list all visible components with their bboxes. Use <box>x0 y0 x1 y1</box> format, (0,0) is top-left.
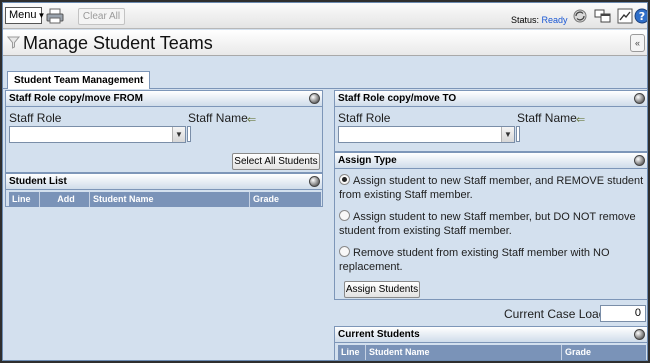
toolbar: Menu▼ Clear All Status: Ready ? <box>3 3 647 29</box>
assign-option-label: Assign student to new Staff member, and … <box>339 175 644 201</box>
page-title: Manage Student Teams <box>23 33 213 53</box>
column-header[interactable]: Line <box>9 192 39 207</box>
current-students-title: Current Students <box>338 329 420 340</box>
assign-type-toggle-icon[interactable] <box>634 155 645 166</box>
filter-icon[interactable] <box>7 36 20 49</box>
assign-type-panel: Assign Type Assign student to new Staff … <box>334 152 647 300</box>
to-panel-title: Staff Role copy/move TO <box>338 93 457 104</box>
from-staff-name-label: Staff Name <box>188 111 248 125</box>
current-students-grid-header: Line Student Name Grade <box>338 345 646 360</box>
refresh-icon[interactable] <box>570 6 590 25</box>
to-panel-header: Staff Role copy/move TO <box>335 91 647 107</box>
radio-unchecked-icon[interactable] <box>339 246 350 257</box>
assign-type-title: Assign Type <box>338 155 397 166</box>
from-panel-toggle-icon[interactable] <box>309 93 320 104</box>
status-label: Status: <box>511 15 540 25</box>
menu-label: Menu <box>9 9 37 21</box>
current-students-header: Current Students <box>335 327 647 343</box>
arrow-left-icon: ⇐ <box>576 114 586 126</box>
column-header[interactable]: Student Name <box>89 192 249 207</box>
assign-option-no-replacement[interactable]: Remove student from existing Staff membe… <box>339 246 644 274</box>
current-students-toggle-icon[interactable] <box>634 329 645 340</box>
clear-all-button[interactable]: Clear All <box>78 8 125 25</box>
column-header[interactable]: Student Name <box>365 345 561 360</box>
assign-option-label: Remove student from existing Staff membe… <box>339 247 610 273</box>
student-list-header: Student List <box>6 174 322 190</box>
app-frame: Menu▼ Clear All Status: Ready ? Manage S… <box>2 2 648 361</box>
column-header[interactable]: Grade <box>561 345 646 360</box>
assign-option-keep[interactable]: Assign student to new Staff member, but … <box>339 210 644 238</box>
arrow-left-icon: ⇐ <box>247 114 257 126</box>
windows-icon[interactable] <box>593 6 613 25</box>
to-staff-name-label: Staff Name <box>517 111 577 125</box>
title-bar: Manage Student Teams « <box>3 30 647 56</box>
from-panel-header: Staff Role copy/move FROM <box>6 91 322 107</box>
student-list-grid-header: Line Add Student Name Grade <box>9 192 321 207</box>
chevron-down-icon: ▼ <box>172 127 185 142</box>
collapse-button[interactable]: « <box>630 34 645 52</box>
from-staff-name-field[interactable] <box>187 126 191 142</box>
assign-option-remove[interactable]: Assign student to new Staff member, and … <box>339 174 644 202</box>
to-staff-name-field[interactable] <box>516 126 520 142</box>
status-indicator: Status: Ready <box>511 15 568 25</box>
from-staff-role-label: Staff Role <box>9 111 62 125</box>
from-panel: Staff Role copy/move FROM Staff Role ▼ S… <box>5 90 323 173</box>
to-staff-role-select[interactable]: ▼ <box>338 126 515 143</box>
radio-unchecked-icon[interactable] <box>339 210 350 221</box>
menu-button[interactable]: Menu▼ <box>5 7 45 24</box>
svg-text:?: ? <box>639 10 645 23</box>
radio-checked-icon[interactable] <box>339 174 350 185</box>
assign-option-label: Assign student to new Staff member, but … <box>339 211 636 237</box>
caseload-label: Current Case Load <box>504 307 606 321</box>
assign-type-header: Assign Type <box>335 153 647 169</box>
from-staff-role-select[interactable]: ▼ <box>9 126 186 143</box>
help-icon[interactable]: ? <box>632 6 647 25</box>
chevron-down-icon: ▼ <box>501 127 514 142</box>
student-list-panel: Student List Line Add Student Name Grade <box>5 173 323 207</box>
assign-students-button[interactable]: Assign Students <box>344 281 420 298</box>
to-panel: Staff Role copy/move TO Staff Role ▼ Sta… <box>334 90 647 152</box>
printer-icon[interactable] <box>45 6 65 25</box>
column-header[interactable]: Add <box>39 192 89 207</box>
column-header[interactable]: Line <box>338 345 365 360</box>
select-all-students-button[interactable]: Select All Students <box>232 153 320 170</box>
to-panel-toggle-icon[interactable] <box>634 93 645 104</box>
to-staff-role-label: Staff Role <box>338 111 391 125</box>
caseload-field: 0 <box>600 305 646 322</box>
from-panel-title: Staff Role copy/move FROM <box>9 93 143 104</box>
status-value: Ready <box>541 15 568 25</box>
student-list-toggle-icon[interactable] <box>309 176 320 187</box>
tab-student-team-management[interactable]: Student Team Management <box>7 71 151 89</box>
student-list-title: Student List <box>9 176 67 187</box>
column-header[interactable]: Grade <box>249 192 321 207</box>
current-students-panel: Current Students Line Student Name Grade <box>334 326 647 360</box>
